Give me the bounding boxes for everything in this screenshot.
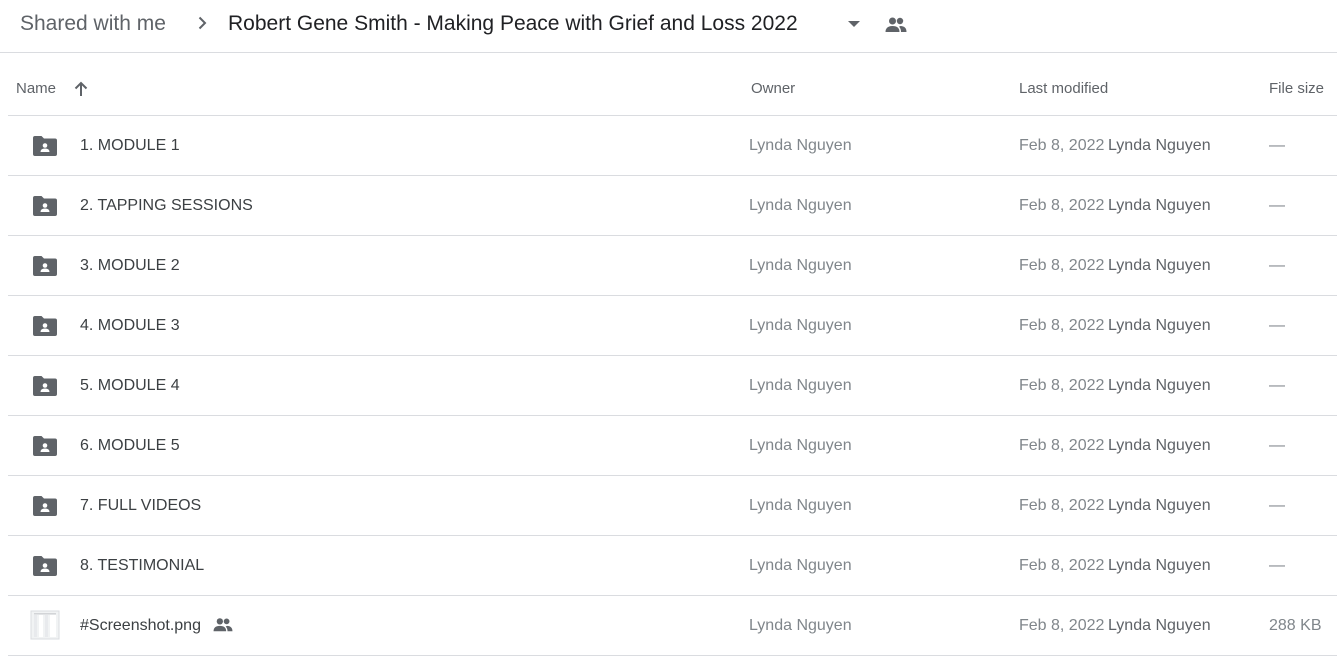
file-modified-by: Lynda Nguyen [1108,257,1211,274]
file-list: 1. MODULE 1 Lynda Nguyen Feb 8, 2022 Lyn… [8,116,1337,656]
shared-folder-icon [33,556,57,576]
shared-folder-icon [33,136,57,156]
file-owner: Lynda Nguyen [749,317,852,334]
file-size: — [1269,257,1285,274]
file-name: 5. MODULE 4 [80,377,180,394]
shared-people-icon [885,17,907,32]
column-header-file-size[interactable]: File size [1269,80,1324,98]
file-modified-date: Feb 8, 2022 [1019,257,1105,274]
file-owner: Lynda Nguyen [749,557,852,574]
file-owner: Lynda Nguyen [749,617,852,634]
file-name: 6. MODULE 5 [80,437,180,454]
shared-folder-icon [33,316,57,336]
shared-folder-icon [33,196,57,216]
file-owner: Lynda Nguyen [749,257,852,274]
shared-folder-icon [33,376,57,396]
file-row[interactable]: 4. MODULE 3 Lynda Nguyen Feb 8, 2022 Lyn… [8,296,1337,356]
file-owner: Lynda Nguyen [749,197,852,214]
file-size: — [1269,197,1285,214]
file-modified-date: Feb 8, 2022 [1019,617,1105,634]
file-modified-date: Feb 8, 2022 [1019,197,1105,214]
arrow-up-icon[interactable] [72,80,90,98]
file-size: — [1269,497,1285,514]
file-row[interactable]: 8. TESTIMONIAL Lynda Nguyen Feb 8, 2022 … [8,536,1337,596]
file-size: 288 KB [1269,617,1322,634]
file-owner: Lynda Nguyen [749,137,852,154]
file-size: — [1269,317,1285,334]
file-name: 2. TAPPING SESSIONS [80,197,253,214]
file-row[interactable]: 2. TAPPING SESSIONS Lynda Nguyen Feb 8, … [8,176,1337,236]
file-modified-by: Lynda Nguyen [1108,437,1211,454]
file-owner: Lynda Nguyen [749,437,852,454]
file-row[interactable]: 1. MODULE 1 Lynda Nguyen Feb 8, 2022 Lyn… [8,116,1337,176]
file-modified-by: Lynda Nguyen [1108,197,1211,214]
chevron-right-icon [198,16,207,30]
file-size: — [1269,137,1285,154]
file-name: 7. FULL VIDEOS [80,497,202,514]
shared-folder-icon [33,436,57,456]
file-owner: Lynda Nguyen [749,497,852,514]
file-size: — [1269,377,1285,394]
file-size: — [1269,557,1285,574]
file-name: 4. MODULE 3 [80,317,180,334]
image-thumbnail-icon [30,610,60,640]
file-modified-date: Feb 8, 2022 [1019,137,1105,154]
shared-folder-icon [33,496,57,516]
file-modified-by: Lynda Nguyen [1108,617,1211,634]
file-modified-by: Lynda Nguyen [1108,317,1211,334]
column-header-owner[interactable]: Owner [751,80,795,98]
file-name: 1. MODULE 1 [80,137,180,154]
shared-folder-icon [33,256,57,276]
shared-people-icon [213,618,233,632]
column-header-name[interactable]: Name [16,80,56,98]
drive-file-browser: Shared with me Robert Gene Smith - Makin… [0,0,1337,658]
file-row[interactable]: 3. MODULE 2 Lynda Nguyen Feb 8, 2022 Lyn… [8,236,1337,296]
file-modified-date: Feb 8, 2022 [1019,317,1105,334]
file-modified-date: Feb 8, 2022 [1019,557,1105,574]
file-modified-date: Feb 8, 2022 [1019,497,1105,514]
file-row[interactable]: 5. MODULE 4 Lynda Nguyen Feb 8, 2022 Lyn… [8,356,1337,416]
caret-down-icon[interactable] [845,17,863,31]
file-modified-date: Feb 8, 2022 [1019,437,1105,454]
column-header-row: Name Owner Last modified File size [8,53,1337,116]
file-name: #Screenshot.png [80,617,201,634]
file-row[interactable]: #Screenshot.png Lynda Nguyen Feb 8, 2022… [8,596,1337,656]
file-modified-date: Feb 8, 2022 [1019,377,1105,394]
column-header-last-modified[interactable]: Last modified [1019,80,1108,98]
file-owner: Lynda Nguyen [749,377,852,394]
file-name: 3. MODULE 2 [80,257,180,274]
file-size: — [1269,437,1285,454]
file-modified-by: Lynda Nguyen [1108,497,1211,514]
file-name: 8. TESTIMONIAL [80,557,205,574]
file-modified-by: Lynda Nguyen [1108,377,1211,394]
file-row[interactable]: 7. FULL VIDEOS Lynda Nguyen Feb 8, 2022 … [8,476,1337,536]
file-modified-by: Lynda Nguyen [1108,137,1211,154]
breadcrumb-current-folder[interactable]: Robert Gene Smith - Making Peace with Gr… [228,10,798,38]
file-row[interactable]: 6. MODULE 5 Lynda Nguyen Feb 8, 2022 Lyn… [8,416,1337,476]
breadcrumb-shared-with-me[interactable]: Shared with me [20,10,166,38]
breadcrumb: Shared with me Robert Gene Smith - Makin… [0,0,1337,53]
file-modified-by: Lynda Nguyen [1108,557,1211,574]
